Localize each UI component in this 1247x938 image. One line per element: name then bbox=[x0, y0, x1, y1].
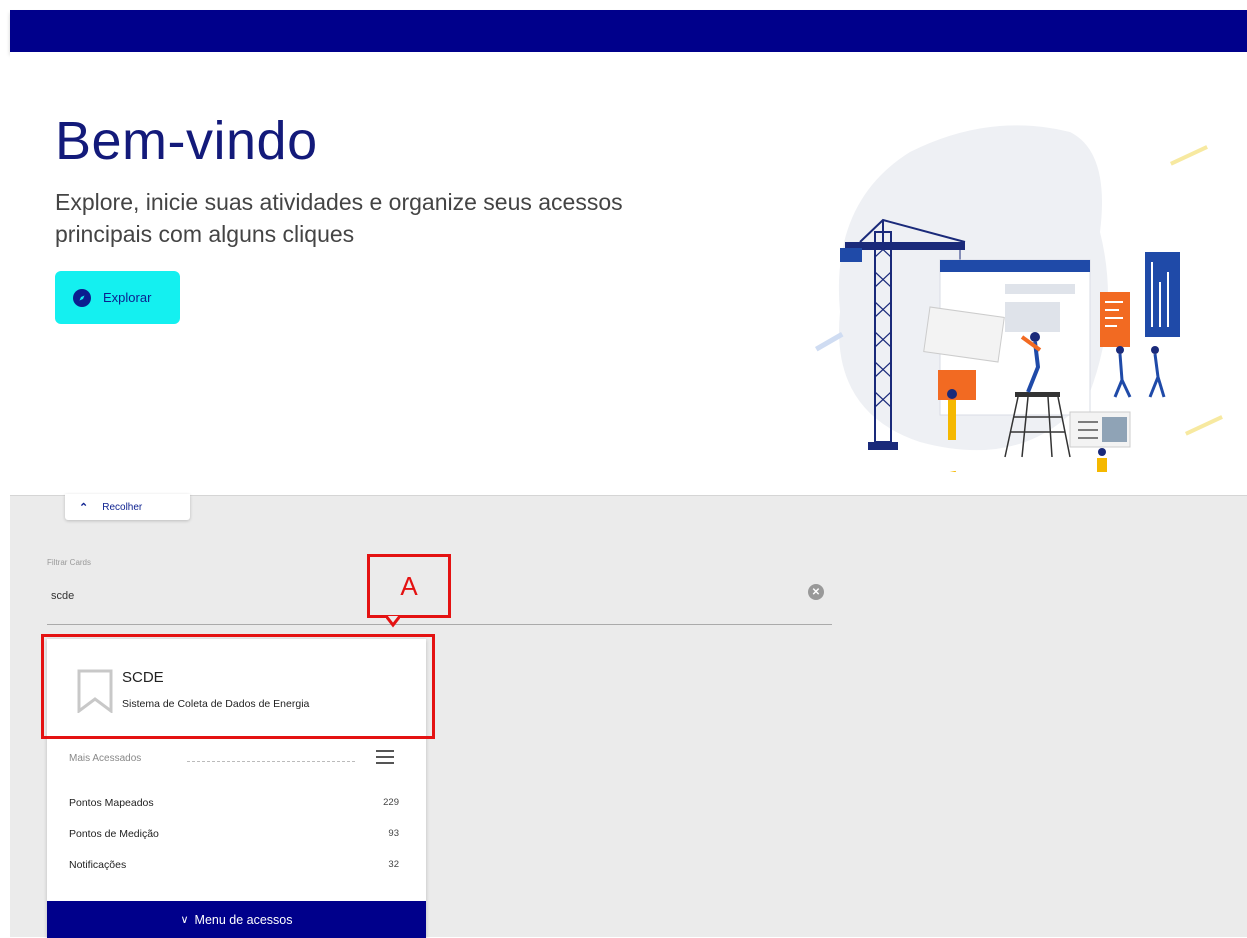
annotation-label: A bbox=[400, 570, 418, 601]
cards-area: ⌃ Recolher Filtrar Cards ✕ A SCDE Sistem… bbox=[10, 494, 1247, 938]
explore-button[interactable]: Explorar bbox=[55, 271, 180, 324]
list-item-label: Pontos de Medição bbox=[69, 828, 159, 840]
access-menu-button-label: Menu de acessos bbox=[194, 912, 293, 927]
hamburger-menu-icon[interactable] bbox=[376, 750, 394, 764]
collapse-button[interactable]: ⌃ Recolher bbox=[65, 494, 190, 520]
welcome-subtitle: Explore, inicie suas atividades e organi… bbox=[55, 189, 623, 247]
filter-label: Filtrar Cards bbox=[47, 558, 92, 567]
top-bar bbox=[10, 10, 1247, 52]
list-item-count: 93 bbox=[388, 828, 399, 839]
page-title: Bem-vindo bbox=[55, 111, 318, 171]
list-item[interactable]: Pontos Mapeados 229 bbox=[69, 797, 399, 809]
construction-illustration bbox=[815, 125, 1223, 472]
list-item-count: 229 bbox=[383, 797, 399, 808]
list-item-label: Pontos Mapeados bbox=[69, 797, 154, 809]
chevron-down-icon: ∨ bbox=[180, 914, 189, 926]
annotation-highlight-box bbox=[41, 634, 435, 739]
collapse-button-label: Recolher bbox=[102, 501, 143, 513]
double-chevron-up-icon: ⌃ bbox=[79, 501, 89, 514]
list-item-count: 32 bbox=[388, 859, 399, 870]
welcome-hero: Bem-vindo Explore, inicie suas atividade… bbox=[10, 52, 1247, 495]
list-item[interactable]: Pontos de Medição 93 bbox=[69, 828, 399, 840]
clear-icon[interactable]: ✕ bbox=[808, 584, 824, 600]
list-item[interactable]: Notificações 32 bbox=[69, 859, 399, 871]
annotation-callout: A bbox=[367, 554, 451, 618]
divider bbox=[187, 761, 355, 762]
list-item-label: Notificações bbox=[69, 859, 127, 871]
most-accessed-label: Mais Acessados bbox=[69, 753, 142, 764]
explore-button-label: Explorar bbox=[103, 290, 152, 305]
compass-icon bbox=[73, 288, 91, 307]
access-menu-button[interactable]: ∨ Menu de acessos bbox=[47, 901, 426, 938]
annotation-arrow bbox=[386, 616, 400, 628]
